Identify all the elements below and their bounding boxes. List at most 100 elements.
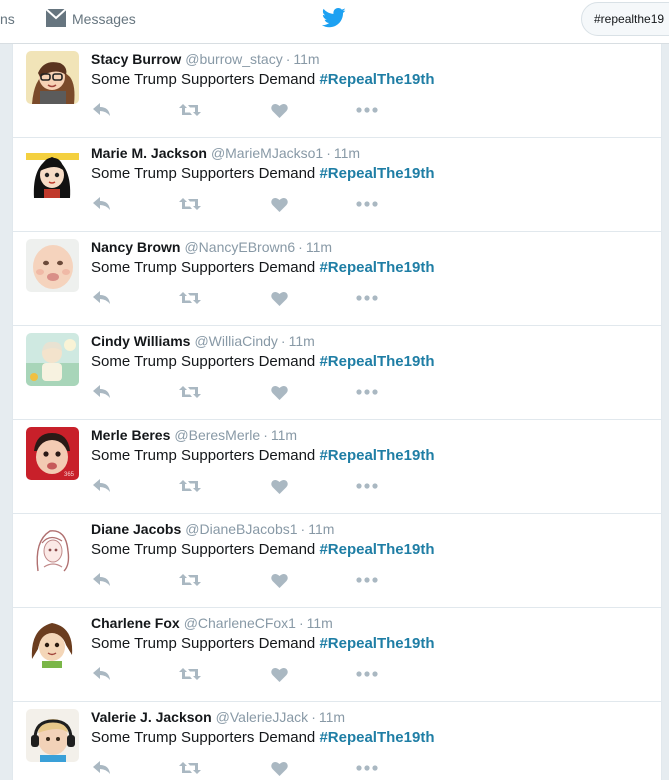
avatar[interactable] (26, 51, 79, 104)
retweet-icon[interactable] (179, 758, 201, 778)
separator-dot: · (298, 239, 303, 255)
reply-icon[interactable] (93, 570, 111, 590)
tweet-item[interactable]: Charlene Fox @CharleneCFox1 · 11m Some Trum… (13, 608, 661, 702)
svg-text:365: 365 (64, 472, 75, 478)
hashtag-link[interactable]: #RepealThe19th (319, 353, 434, 370)
tweet-body: Some Trump Supporters Demand (91, 71, 320, 88)
tweet-author-handle[interactable]: @MarieMJackso1 (211, 145, 323, 161)
retweet-icon[interactable] (179, 100, 201, 120)
more-options-icon[interactable] (356, 758, 378, 778)
tweet-author-name[interactable]: Diane Jacobs (91, 521, 181, 537)
hashtag-link[interactable]: #RepealThe19th (319, 259, 434, 276)
more-options-icon[interactable] (356, 570, 378, 590)
heart-icon[interactable] (271, 288, 288, 308)
avatar[interactable] (26, 239, 79, 292)
separator-dot: · (300, 521, 306, 537)
avatar[interactable]: 365 (26, 427, 79, 480)
reply-icon[interactable] (93, 194, 111, 214)
tweet-text: Some Trump Supporters Demand #RepealThe1… (91, 258, 434, 278)
nav-item-messages[interactable]: Messages (45, 7, 136, 30)
tweet-author-handle[interactable]: @NancyEBrown6 (184, 239, 295, 255)
reply-icon[interactable] (93, 758, 111, 778)
reply-icon[interactable] (93, 664, 111, 684)
tweet-body: Some Trump Supporters Demand (91, 635, 320, 652)
tweet-actions (91, 664, 391, 684)
separator-dot: · (298, 615, 304, 631)
tweet-timestamp[interactable]: 11m (293, 51, 319, 67)
messages-label: Messages (72, 11, 136, 27)
avatar[interactable] (26, 615, 79, 668)
hashtag-link[interactable]: #RepealThe19th (319, 635, 434, 652)
tweet-text: Some Trump Supporters Demand #RepealThe1… (91, 540, 434, 560)
tweet-author-name[interactable]: Stacy Burrow (91, 51, 181, 67)
tweet-author-name[interactable]: Nancy Brown (91, 239, 180, 255)
avatar[interactable] (26, 521, 79, 574)
tweet-actions (91, 194, 391, 214)
separator-dot: · (326, 145, 331, 161)
heart-icon[interactable] (271, 100, 288, 120)
more-options-icon[interactable] (356, 382, 378, 402)
tweet-timestamp[interactable]: 11m (319, 709, 345, 725)
tweet-item[interactable]: Stacy Burrow @burrow_stacy · 11m Some Trump… (13, 44, 661, 138)
more-options-icon[interactable] (356, 476, 378, 496)
retweet-icon[interactable] (179, 288, 201, 308)
tweet-timestamp[interactable]: 11m (271, 427, 297, 443)
more-options-icon[interactable] (356, 664, 378, 684)
tweet-item[interactable]: Valerie J. Jackson @ValerieJJack · 11m Some… (13, 702, 661, 780)
tweet-author-name[interactable]: Merle Beres (91, 427, 170, 443)
tweet-timestamp[interactable]: 11m (334, 145, 360, 161)
tweet-author-name[interactable]: Cindy Williams (91, 333, 190, 349)
retweet-icon[interactable] (179, 664, 201, 684)
tweet-item[interactable]: Marie M. Jackson @MarieMJackso1 · 11m Some … (13, 138, 661, 232)
reply-icon[interactable] (93, 476, 111, 496)
heart-icon[interactable] (271, 194, 288, 214)
tweet-author-handle[interactable]: @WilliaCindy (194, 333, 277, 349)
hashtag-link[interactable]: #RepealThe19th (319, 71, 434, 88)
tweet-author-handle[interactable]: @ValerieJJack (216, 709, 309, 725)
tweet-actions (91, 570, 391, 590)
tweet-timestamp[interactable]: 11m (289, 333, 315, 349)
nav-item-notifications-partial[interactable]: ns (0, 11, 15, 27)
avatar[interactable] (26, 333, 79, 386)
tweet-item[interactable]: Diane Jacobs @DianeBJacobs1 · 11m Some Trum… (13, 514, 661, 608)
reply-icon[interactable] (93, 100, 111, 120)
retweet-icon[interactable] (179, 570, 201, 590)
tweet-timestamp[interactable]: 11m (306, 239, 332, 255)
reply-icon[interactable] (93, 288, 111, 308)
tweet-text: Some Trump Supporters Demand #RepealThe1… (91, 634, 434, 654)
tweet-author-name[interactable]: Charlene Fox (91, 615, 180, 631)
heart-icon[interactable] (271, 758, 288, 778)
more-options-icon[interactable] (356, 288, 378, 308)
heart-icon[interactable] (271, 382, 288, 402)
tweet-author-handle[interactable]: @DianeBJacobs1 (185, 521, 297, 537)
heart-icon[interactable] (271, 570, 288, 590)
tweet-timestamp[interactable]: 11m (307, 615, 333, 631)
retweet-icon[interactable] (179, 194, 201, 214)
tweet-item[interactable]: Nancy Brown @NancyEBrown6 · 11m Some Trump … (13, 232, 661, 326)
hashtag-link[interactable]: #RepealThe19th (319, 541, 434, 558)
avatar[interactable] (26, 145, 79, 198)
tweet-text: Some Trump Supporters Demand #RepealThe1… (91, 446, 434, 466)
heart-icon[interactable] (271, 476, 288, 496)
more-options-icon[interactable] (356, 194, 378, 214)
tweet-author-name[interactable]: Marie M. Jackson (91, 145, 207, 161)
reply-icon[interactable] (93, 382, 111, 402)
search-input[interactable] (581, 2, 669, 36)
twitter-bird-logo-icon[interactable] (321, 8, 346, 33)
separator-dot: · (280, 333, 286, 349)
tweet-author-handle[interactable]: @CharleneCFox1 (184, 615, 296, 631)
heart-icon[interactable] (271, 664, 288, 684)
tweet-timestamp[interactable]: 11m (308, 521, 334, 537)
hashtag-link[interactable]: #RepealThe19th (319, 165, 434, 182)
more-options-icon[interactable] (356, 100, 378, 120)
retweet-icon[interactable] (179, 476, 201, 496)
tweet-author-name[interactable]: Valerie J. Jackson (91, 709, 212, 725)
retweet-icon[interactable] (179, 382, 201, 402)
tweet-item[interactable]: Cindy Williams @WilliaCindy · 11m Some Trum… (13, 326, 661, 420)
tweet-author-handle[interactable]: @burrow_stacy (185, 51, 282, 67)
hashtag-link[interactable]: #RepealThe19th (319, 447, 434, 464)
tweet-author-handle[interactable]: @BeresMerle (174, 427, 260, 443)
tweet-item[interactable]: 365 Merle Beres @BeresMerle · 11m Some Trum… (13, 420, 661, 514)
avatar[interactable] (26, 709, 79, 762)
hashtag-link[interactable]: #RepealThe19th (319, 729, 434, 746)
